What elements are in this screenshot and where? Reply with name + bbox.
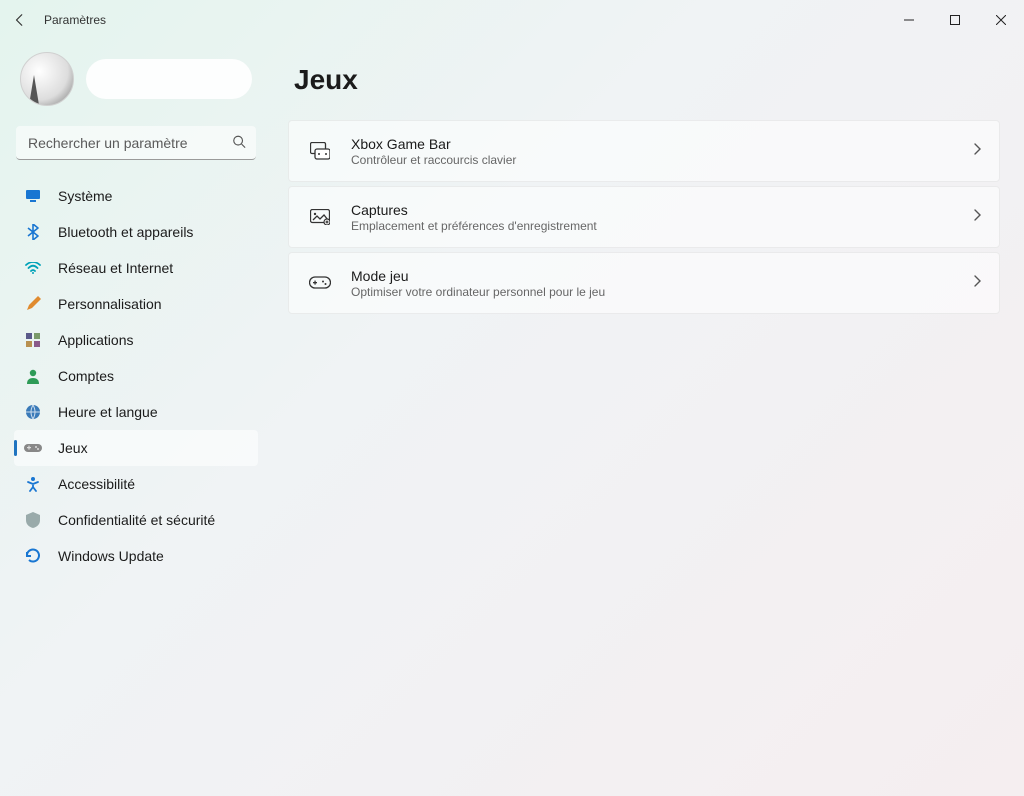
card-captures[interactable]: Captures Emplacement et préférences d'en… <box>288 186 1000 248</box>
chevron-right-icon <box>973 274 981 292</box>
captures-icon <box>305 209 335 225</box>
sidebar-item-label: Accessibilité <box>58 476 135 492</box>
window-controls <box>886 0 1024 40</box>
wifi-icon <box>24 259 42 277</box>
main-content: Jeux Xbox Game Bar Contrôleur et raccour… <box>270 40 1024 796</box>
sidebar-item-privacy-security[interactable]: Confidentialité et sécurité <box>14 502 258 538</box>
bluetooth-icon <box>24 223 42 241</box>
card-game-mode[interactable]: Mode jeu Optimiser votre ordinateur pers… <box>288 252 1000 314</box>
monitor-icon <box>24 187 42 205</box>
maximize-button[interactable] <box>932 0 978 40</box>
card-xbox-game-bar[interactable]: Xbox Game Bar Contrôleur et raccourcis c… <box>288 120 1000 182</box>
card-title: Mode jeu <box>351 268 973 284</box>
sidebar-item-gaming[interactable]: Jeux <box>14 430 258 466</box>
sidebar-item-label: Comptes <box>58 368 114 384</box>
sidebar-item-network[interactable]: Réseau et Internet <box>14 250 258 286</box>
sidebar-item-label: Système <box>58 188 112 204</box>
nav-list: Système Bluetooth et appareils Réseau et… <box>14 178 258 574</box>
sidebar-item-time-language[interactable]: Heure et langue <box>14 394 258 430</box>
sidebar-item-accessibility[interactable]: Accessibilité <box>14 466 258 502</box>
search-icon <box>232 135 246 152</box>
chevron-right-icon <box>973 142 981 160</box>
titlebar: Paramètres <box>0 0 1024 40</box>
minimize-button[interactable] <box>886 0 932 40</box>
person-icon <box>24 367 42 385</box>
avatar <box>20 52 74 106</box>
sidebar-item-label: Personnalisation <box>58 296 162 312</box>
xbox-bar-icon <box>305 142 335 160</box>
card-subtitle: Optimiser votre ordinateur personnel pou… <box>351 285 973 299</box>
card-title: Xbox Game Bar <box>351 136 973 152</box>
sidebar-item-label: Bluetooth et appareils <box>58 224 193 240</box>
sidebar-item-apps[interactable]: Applications <box>14 322 258 358</box>
accessibility-icon <box>24 475 42 493</box>
profile-name-redacted <box>86 59 252 99</box>
brush-icon <box>24 295 42 313</box>
sidebar-item-label: Réseau et Internet <box>58 260 173 276</box>
sidebar: Système Bluetooth et appareils Réseau et… <box>0 40 270 796</box>
card-title: Captures <box>351 202 973 218</box>
page-title: Jeux <box>294 64 1000 96</box>
sidebar-item-label: Windows Update <box>58 548 164 564</box>
chevron-right-icon <box>973 208 981 226</box>
profile-section[interactable] <box>14 48 258 120</box>
gamepad-icon <box>24 439 42 457</box>
card-subtitle: Emplacement et préférences d'enregistrem… <box>351 219 973 233</box>
close-button[interactable] <box>978 0 1024 40</box>
sidebar-item-label: Applications <box>58 332 134 348</box>
sidebar-item-accounts[interactable]: Comptes <box>14 358 258 394</box>
window-title: Paramètres <box>44 13 106 27</box>
globe-icon <box>24 403 42 421</box>
sidebar-item-personalization[interactable]: Personnalisation <box>14 286 258 322</box>
sidebar-item-windows-update[interactable]: Windows Update <box>14 538 258 574</box>
sidebar-item-label: Confidentialité et sécurité <box>58 512 215 528</box>
sidebar-item-bluetooth[interactable]: Bluetooth et appareils <box>14 214 258 250</box>
search-input[interactable] <box>16 126 256 160</box>
search-box[interactable] <box>16 126 256 160</box>
sidebar-item-label: Jeux <box>58 440 88 456</box>
sidebar-item-system[interactable]: Système <box>14 178 258 214</box>
sidebar-item-label: Heure et langue <box>58 404 158 420</box>
apps-icon <box>24 331 42 349</box>
update-icon <box>24 547 42 565</box>
card-subtitle: Contrôleur et raccourcis clavier <box>351 153 973 167</box>
gamepad-icon <box>305 276 335 290</box>
back-button[interactable] <box>0 0 40 40</box>
shield-icon <box>24 511 42 529</box>
